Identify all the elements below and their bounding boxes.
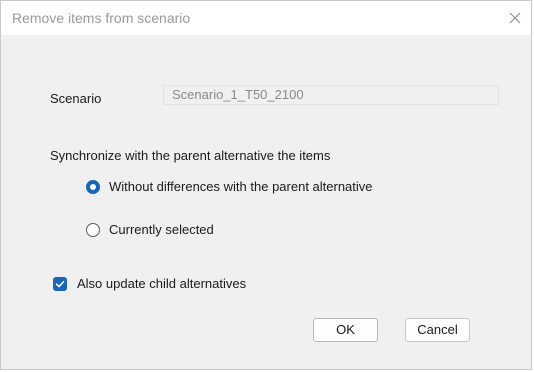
- update-children-label[interactable]: Also update child alternatives: [77, 276, 246, 291]
- scenario-label: Scenario: [50, 91, 102, 106]
- remove-items-dialog: Remove items from scenario Scenario Scen…: [0, 0, 532, 370]
- dialog-title: Remove items from scenario: [12, 10, 191, 26]
- radio-currently-selected-label[interactable]: Currently selected: [109, 222, 214, 237]
- close-icon: [509, 12, 521, 24]
- title-bar: Remove items from scenario: [1, 1, 531, 35]
- checkmark-icon: [55, 280, 65, 288]
- radio-without-differences[interactable]: [86, 180, 100, 194]
- ok-button[interactable]: OK: [313, 318, 378, 342]
- cancel-button[interactable]: Cancel: [405, 318, 470, 342]
- radio-currently-selected[interactable]: [86, 223, 100, 237]
- sync-heading: Synchronize with the parent alternative …: [50, 148, 331, 163]
- scenario-field: Scenario_1_T50_2100: [163, 85, 499, 105]
- close-button[interactable]: [504, 8, 526, 28]
- update-children-checkbox[interactable]: [53, 277, 67, 291]
- radio-without-differences-label[interactable]: Without differences with the parent alte…: [109, 179, 373, 194]
